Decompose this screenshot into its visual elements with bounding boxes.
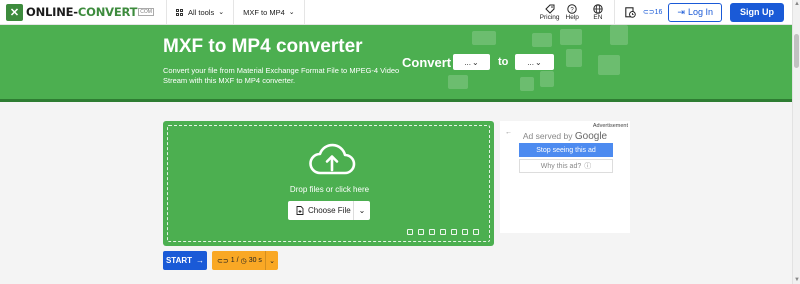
file-drop-zone[interactable]: Drop files or click here Choose File ⌄ (163, 121, 494, 246)
decorative-file-icon (540, 71, 554, 87)
history-button[interactable] (624, 6, 636, 18)
top-navigation: ✕ ONLINE-CONVERT COM All tools ⌄ MXF to … (0, 0, 792, 25)
upload-source-icons (407, 229, 479, 235)
onedrive-icon[interactable] (451, 229, 457, 235)
link-icon[interactable] (418, 229, 424, 235)
to-format-select[interactable]: ... ⌄ (515, 54, 554, 70)
start-label: START (165, 256, 193, 265)
stop-seeing-ad-button[interactable]: Stop seeing this ad (519, 143, 613, 157)
choose-file-label: Choose File (308, 206, 351, 215)
help-link[interactable]: ? Help (565, 3, 579, 21)
ticket-icon: ⊂⊃ (642, 9, 655, 16)
banner-bottom-edge (0, 99, 792, 102)
clock-icon: ◷ (240, 257, 247, 265)
tag-icon (544, 4, 555, 14)
decorative-file-icon (566, 49, 582, 67)
clipboard-clock-icon (625, 7, 636, 18)
why-this-ad-label: Why this ad? (540, 162, 582, 170)
chevron-down-icon[interactable]: ⌄ (354, 206, 370, 215)
scroll-thumb[interactable] (794, 34, 799, 68)
ad-served-by: Ad served by Google (500, 131, 630, 142)
limit-separator: / (236, 257, 239, 264)
globe-icon (593, 3, 603, 14)
dropbox-alt-icon[interactable] (462, 229, 468, 235)
pricing-link[interactable]: Pricing (540, 4, 560, 21)
file-limit-value: 1 (230, 257, 235, 264)
start-button[interactable]: START → (163, 251, 207, 270)
logo-text: ONLINE-CONVERT (26, 5, 138, 19)
page-title: MXF to MP4 converter (163, 36, 363, 57)
drop-zone-border: Drop files or click here Choose File ⌄ (167, 125, 490, 242)
dropbox-icon[interactable] (429, 229, 435, 235)
drop-files-text[interactable]: Drop files or click here (168, 185, 491, 194)
decorative-file-icon (520, 77, 534, 91)
grid-icon (175, 8, 183, 16)
help-icon: ? (567, 3, 577, 14)
arrow-right-icon: → (196, 256, 205, 265)
google-logo: Google (574, 131, 608, 142)
decorative-file-icon (448, 75, 468, 89)
google-drive-icon[interactable] (440, 229, 446, 235)
ad-served-text: Ad served by (522, 131, 573, 141)
from-format-value: ... (464, 57, 471, 67)
limits-button[interactable]: ⊂⊃ 1 / ◷ 30 s ⌄ (212, 251, 278, 270)
decorative-file-icon (610, 25, 628, 45)
file-add-icon (296, 206, 304, 215)
decorative-file-icon (532, 33, 552, 47)
chevron-down-icon: ⌄ (288, 9, 295, 16)
scroll-down-icon[interactable]: ▼ (794, 277, 800, 283)
chevron-down-icon: ⌄ (471, 57, 479, 67)
page-description: Convert your file from Material Exchange… (163, 66, 400, 85)
choose-file-button[interactable]: Choose File (288, 201, 354, 220)
scroll-up-icon[interactable]: ▲ (794, 1, 800, 7)
info-icon: ⓘ (584, 163, 592, 170)
chevron-down-icon: ⌄ (218, 9, 225, 16)
to-label: to (498, 56, 509, 68)
divider (613, 0, 615, 25)
time-limit-value: 30 s (248, 257, 262, 264)
converter-menu[interactable]: MXF to MP4 ⌄ (234, 0, 304, 25)
decorative-file-icon (472, 31, 496, 45)
divider (303, 0, 305, 25)
all-tools-menu[interactable]: All tools ⌄ (167, 0, 233, 25)
chevron-down-icon: ⌄ (534, 57, 542, 67)
language-label: EN (593, 13, 603, 21)
decorative-file-icon (560, 29, 582, 45)
advertisement: Advertisement ← Ad served by Google Stop… (500, 121, 630, 233)
logo-sub: COM (138, 8, 154, 16)
folder-icon[interactable] (407, 229, 413, 235)
logo[interactable]: ✕ ONLINE-CONVERT COM (6, 3, 154, 21)
to-format-value: ... (527, 57, 534, 67)
page-scrollbar[interactable]: ▲ ▼ (792, 0, 800, 284)
convert-label: Convert (402, 55, 452, 70)
help-label: Help (565, 13, 579, 21)
credits-count: 16 (654, 8, 663, 16)
login-icon: ⇥ (677, 6, 685, 17)
login-label: Log In (687, 7, 713, 17)
login-button[interactable]: ⇥ Log In (668, 2, 722, 22)
chevron-down-icon[interactable]: ⌄ (265, 251, 278, 270)
all-tools-label: All tools (187, 7, 215, 17)
limits-info: ⊂⊃ 1 / ◷ 30 s (212, 257, 265, 265)
language-selector[interactable]: EN (593, 3, 603, 21)
credits-badge[interactable]: ⊂⊃ 16 (642, 8, 663, 17)
hero-banner: MXF to MP4 converter Convert your file f… (0, 25, 792, 102)
copy-icon[interactable] (473, 229, 479, 235)
logo-mark: ✕ (6, 3, 23, 21)
choose-file-button-group[interactable]: Choose File ⌄ (288, 201, 370, 220)
ad-label: Advertisement (592, 123, 628, 129)
file-count-icon: ⊂⊃ (217, 257, 229, 265)
converter-menu-label: MXF to MP4 (243, 7, 285, 17)
cloud-upload-icon (309, 143, 356, 175)
why-this-ad-button[interactable]: Why this ad? ⓘ (519, 159, 613, 173)
signup-button[interactable]: Sign Up (730, 2, 784, 22)
from-format-select[interactable]: ... ⌄ (453, 54, 490, 70)
pricing-label: Pricing (539, 13, 560, 21)
decorative-file-icon (598, 55, 620, 75)
